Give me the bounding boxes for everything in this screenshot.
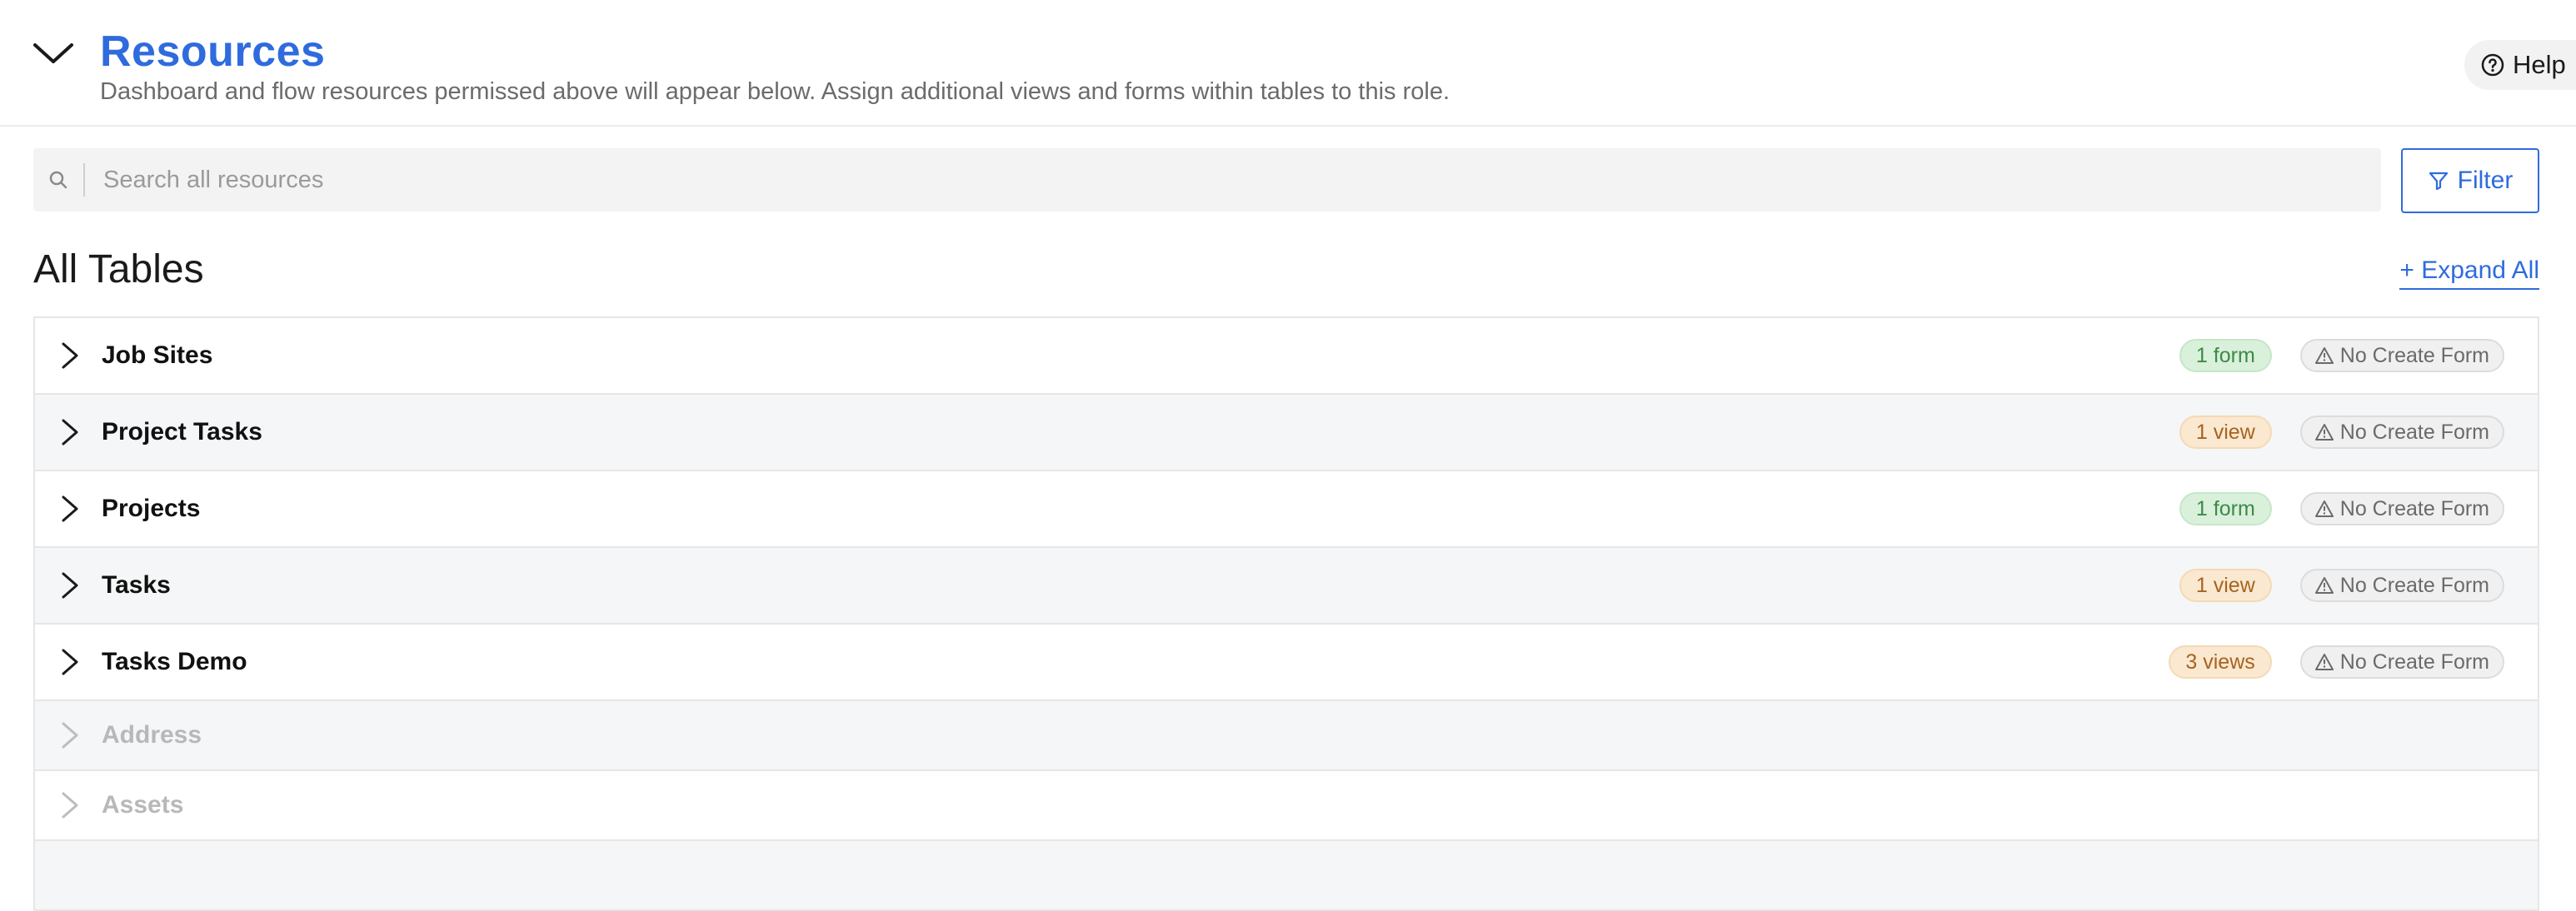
- resources-header: Resources Dashboard and flow resources p…: [0, 0, 2576, 127]
- table-row[interactable]: Project Tasks 1 view No Create Form: [35, 395, 2538, 471]
- chevron-right-icon: [62, 342, 78, 369]
- search-bar: [33, 148, 2381, 212]
- table-name: Projects: [102, 495, 201, 522]
- table-badges: 3 views No Create Form: [2169, 645, 2504, 679]
- form-count-badge: 1 form: [2179, 492, 2272, 525]
- warning-icon: [2314, 424, 2334, 441]
- filter-button[interactable]: Filter: [2401, 148, 2539, 213]
- no-create-form-badge: No Create Form: [2299, 416, 2504, 449]
- table-name: Assets: [102, 791, 184, 819]
- no-create-form-badge: No Create Form: [2299, 645, 2504, 679]
- help-circle-icon: [2481, 53, 2504, 77]
- no-create-form-label: No Create Form: [2339, 496, 2489, 520]
- expand-all-link[interactable]: + Expand All: [2399, 256, 2539, 290]
- help-label: Help: [2513, 50, 2566, 79]
- table-badges: 1 form No Create Form: [2179, 492, 2504, 525]
- table-badges: 1 view No Create Form: [2179, 416, 2504, 449]
- table-name: Tasks Demo: [102, 648, 247, 675]
- chevron-right-icon: [62, 722, 78, 749]
- table-row[interactable]: Projects 1 form No Create Form: [35, 471, 2538, 548]
- filter-label: Filter: [2457, 167, 2514, 194]
- form-count-badge: 1 form: [2179, 339, 2272, 372]
- chevron-down-icon[interactable]: [32, 38, 75, 68]
- warning-icon: [2314, 347, 2334, 364]
- tables-list: Job Sites 1 form No Create Form Project …: [33, 316, 2539, 911]
- no-create-form-label: No Create Form: [2339, 420, 2489, 444]
- table-row[interactable]: Assets: [35, 771, 2538, 841]
- warning-icon: [2314, 654, 2334, 670]
- filter-icon: [2429, 172, 2448, 191]
- warning-icon: [2314, 500, 2334, 517]
- search-input[interactable]: [102, 165, 2271, 195]
- no-create-form-label: No Create Form: [2339, 343, 2489, 367]
- table-name: Job Sites: [102, 341, 213, 369]
- view-count-badge: 1 view: [2179, 569, 2272, 602]
- no-create-form-badge: No Create Form: [2299, 492, 2504, 525]
- chevron-right-icon: [62, 495, 78, 522]
- page-title: Resources: [100, 27, 326, 76]
- table-row[interactable]: Tasks 1 view No Create Form: [35, 548, 2538, 625]
- page-subtitle: Dashboard and flow resources permissed a…: [100, 78, 1450, 105]
- section-title: All Tables: [33, 247, 204, 291]
- chevron-right-icon: [62, 792, 78, 819]
- no-create-form-badge: No Create Form: [2299, 339, 2504, 372]
- chevron-right-icon: [62, 572, 78, 599]
- no-create-form-label: No Create Form: [2339, 650, 2489, 674]
- chevron-right-icon: [62, 419, 78, 446]
- table-name: Tasks: [102, 571, 171, 599]
- table-row[interactable]: Tasks Demo 3 views No Create Form: [35, 625, 2538, 701]
- view-count-badge: 1 view: [2179, 416, 2272, 449]
- search-divider: [83, 163, 85, 197]
- chevron-right-icon: [62, 649, 78, 675]
- no-create-form-badge: No Create Form: [2299, 569, 2504, 602]
- table-row-partial[interactable]: [35, 841, 2538, 911]
- no-create-form-label: No Create Form: [2339, 573, 2489, 597]
- view-count-badge: 3 views: [2169, 645, 2272, 679]
- table-badges: 1 form No Create Form: [2179, 339, 2504, 372]
- table-row[interactable]: Address: [35, 701, 2538, 771]
- search-icon: [33, 169, 83, 191]
- table-row[interactable]: Job Sites 1 form No Create Form: [35, 318, 2538, 395]
- table-name: Project Tasks: [102, 418, 262, 446]
- help-button[interactable]: Help: [2464, 40, 2576, 90]
- warning-icon: [2314, 577, 2334, 594]
- table-badges: 1 view No Create Form: [2179, 569, 2504, 602]
- table-name: Address: [102, 721, 202, 749]
